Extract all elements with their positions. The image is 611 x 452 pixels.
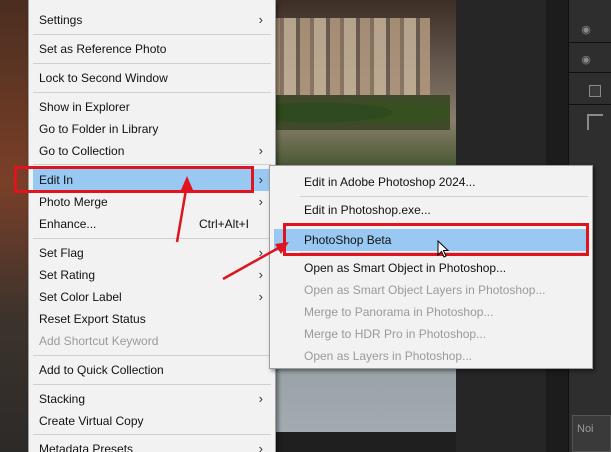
menu-item-settings[interactable]: Settings › [33, 9, 271, 31]
menu-item-photo-merge[interactable]: Photo Merge › [33, 191, 271, 213]
menu-item-label: Lock to Second Window [39, 71, 168, 85]
menu-separator [33, 34, 271, 35]
menu-item-go-to-collection[interactable]: Go to Collection › [33, 140, 271, 162]
menu-item-enhance[interactable]: Enhance... Ctrl+Alt+I [33, 213, 271, 235]
crop-icon[interactable] [587, 114, 603, 130]
menu-item-label: Add to Quick Collection [39, 363, 164, 377]
menu-item-label: Open as Smart Object Layers in Photoshop… [304, 283, 546, 297]
panel-toggle-icon[interactable] [589, 85, 601, 97]
submenu-item-edit-photoshop-exe[interactable]: Edit in Photoshop.exe... [274, 199, 588, 221]
chevron-right-icon: › [258, 245, 263, 260]
menu-item-stacking[interactable]: Stacking › [33, 388, 271, 410]
chevron-right-icon: › [258, 267, 263, 282]
menu-item-set-color-label[interactable]: Set Color Label › [33, 286, 271, 308]
menu-item-label: Set Color Label [39, 290, 122, 304]
photo-edge-left [0, 0, 28, 452]
menu-item-label: Edit in Photoshop.exe... [304, 203, 431, 217]
menu-item-label: Enhance... [39, 217, 97, 231]
edit-in-submenu: Edit in Adobe Photoshop 2024... Edit in … [269, 165, 593, 369]
chevron-right-icon: › [258, 143, 263, 158]
menu-item-label: Set as Reference Photo [39, 42, 167, 56]
menu-item-label: Open as Layers in Photoshop... [304, 349, 473, 363]
chevron-right-icon: › [258, 391, 263, 406]
menu-item-set-flag[interactable]: Set Flag › [33, 242, 271, 264]
menu-item-label: Settings [39, 13, 83, 27]
submenu-item-open-as-layers: Open as Layers in Photoshop... [274, 345, 588, 367]
chevron-right-icon: › [258, 289, 263, 304]
menu-item-create-virtual-copy[interactable]: Create Virtual Copy [33, 410, 271, 432]
divider [568, 42, 611, 43]
context-menu: Settings › Set as Reference Photo Lock to… [28, 0, 276, 452]
noise-panel-label: Noi [572, 415, 611, 452]
menu-item-label: Go to Collection [39, 144, 125, 158]
menu-item-label: Metadata Presets [39, 442, 134, 452]
submenu-item-edit-photoshop-2024[interactable]: Edit in Adobe Photoshop 2024... [274, 171, 588, 193]
menu-item-reset-export-status[interactable]: Reset Export Status [33, 308, 271, 330]
menu-item-set-reference-photo[interactable]: Set as Reference Photo [33, 38, 271, 60]
menu-separator [33, 92, 271, 93]
menu-separator [33, 63, 271, 64]
menu-item-label: Photo Merge [39, 195, 108, 209]
menu-item-label: Add Shortcut Keyword [39, 334, 159, 348]
menu-item-add-shortcut-keyword: Add Shortcut Keyword [33, 330, 271, 352]
menu-item-label: Stacking [39, 392, 86, 406]
menu-item-label: Open as Smart Object in Photoshop... [304, 261, 507, 275]
submenu-item-open-smart-object[interactable]: Open as Smart Object in Photoshop... [274, 257, 588, 279]
menu-item-show-in-explorer[interactable]: Show in Explorer [33, 96, 271, 118]
menu-item-set-rating[interactable]: Set Rating › [33, 264, 271, 286]
menu-item-go-to-folder[interactable]: Go to Folder in Library [33, 118, 271, 140]
menu-item-edit-in[interactable]: Edit In › [33, 169, 271, 191]
menu-item-label: Show in Explorer [39, 100, 130, 114]
menu-item-add-quick-collection[interactable]: Add to Quick Collection [33, 359, 271, 381]
submenu-item-open-smart-object-layers: Open as Smart Object Layers in Photoshop… [274, 279, 588, 301]
menu-separator [33, 355, 271, 356]
shortcut-text: Ctrl+Alt+I [198, 217, 249, 231]
menu-item-label: Edit In [39, 173, 74, 187]
mouse-pointer-icon [437, 240, 449, 258]
photo-trees [260, 95, 450, 130]
eye-icon[interactable]: ◉ [578, 55, 594, 66]
divider [568, 104, 611, 105]
submenu-item-merge-hdr: Merge to HDR Pro in Photoshop... [274, 323, 588, 345]
eye-icon[interactable]: ◉ [578, 25, 594, 36]
menu-separator [33, 384, 271, 385]
divider [568, 72, 611, 73]
menu-item-label: Merge to HDR Pro in Photoshop... [304, 327, 487, 341]
submenu-item-photoshop-beta[interactable]: PhotoShop Beta [274, 229, 588, 251]
submenu-item-merge-panorama: Merge to Panorama in Photoshop... [274, 301, 588, 323]
menu-item-lock-second-window[interactable]: Lock to Second Window [33, 67, 271, 89]
chevron-right-icon: › [258, 441, 263, 452]
menu-item-label: Go to Folder in Library [39, 122, 159, 136]
menu-item-label: Reset Export Status [39, 312, 146, 326]
menu-item-label: Set Flag [39, 246, 84, 260]
menu-separator [300, 196, 588, 197]
menu-separator [33, 164, 271, 165]
menu-item-label: Set Rating [39, 268, 96, 282]
menu-item-metadata-presets[interactable]: Metadata Presets › [33, 438, 271, 452]
chevron-right-icon: › [258, 194, 263, 209]
menu-separator [33, 238, 271, 239]
menu-separator [33, 434, 271, 435]
chevron-right-icon: › [258, 172, 263, 187]
menu-item-label: Edit in Adobe Photoshop 2024... [304, 175, 476, 189]
menu-item-label: Merge to Panorama in Photoshop... [304, 305, 494, 319]
chevron-right-icon: › [258, 12, 263, 27]
menu-item-label: Create Virtual Copy [39, 414, 144, 428]
menu-item-label: PhotoShop Beta [304, 233, 392, 247]
